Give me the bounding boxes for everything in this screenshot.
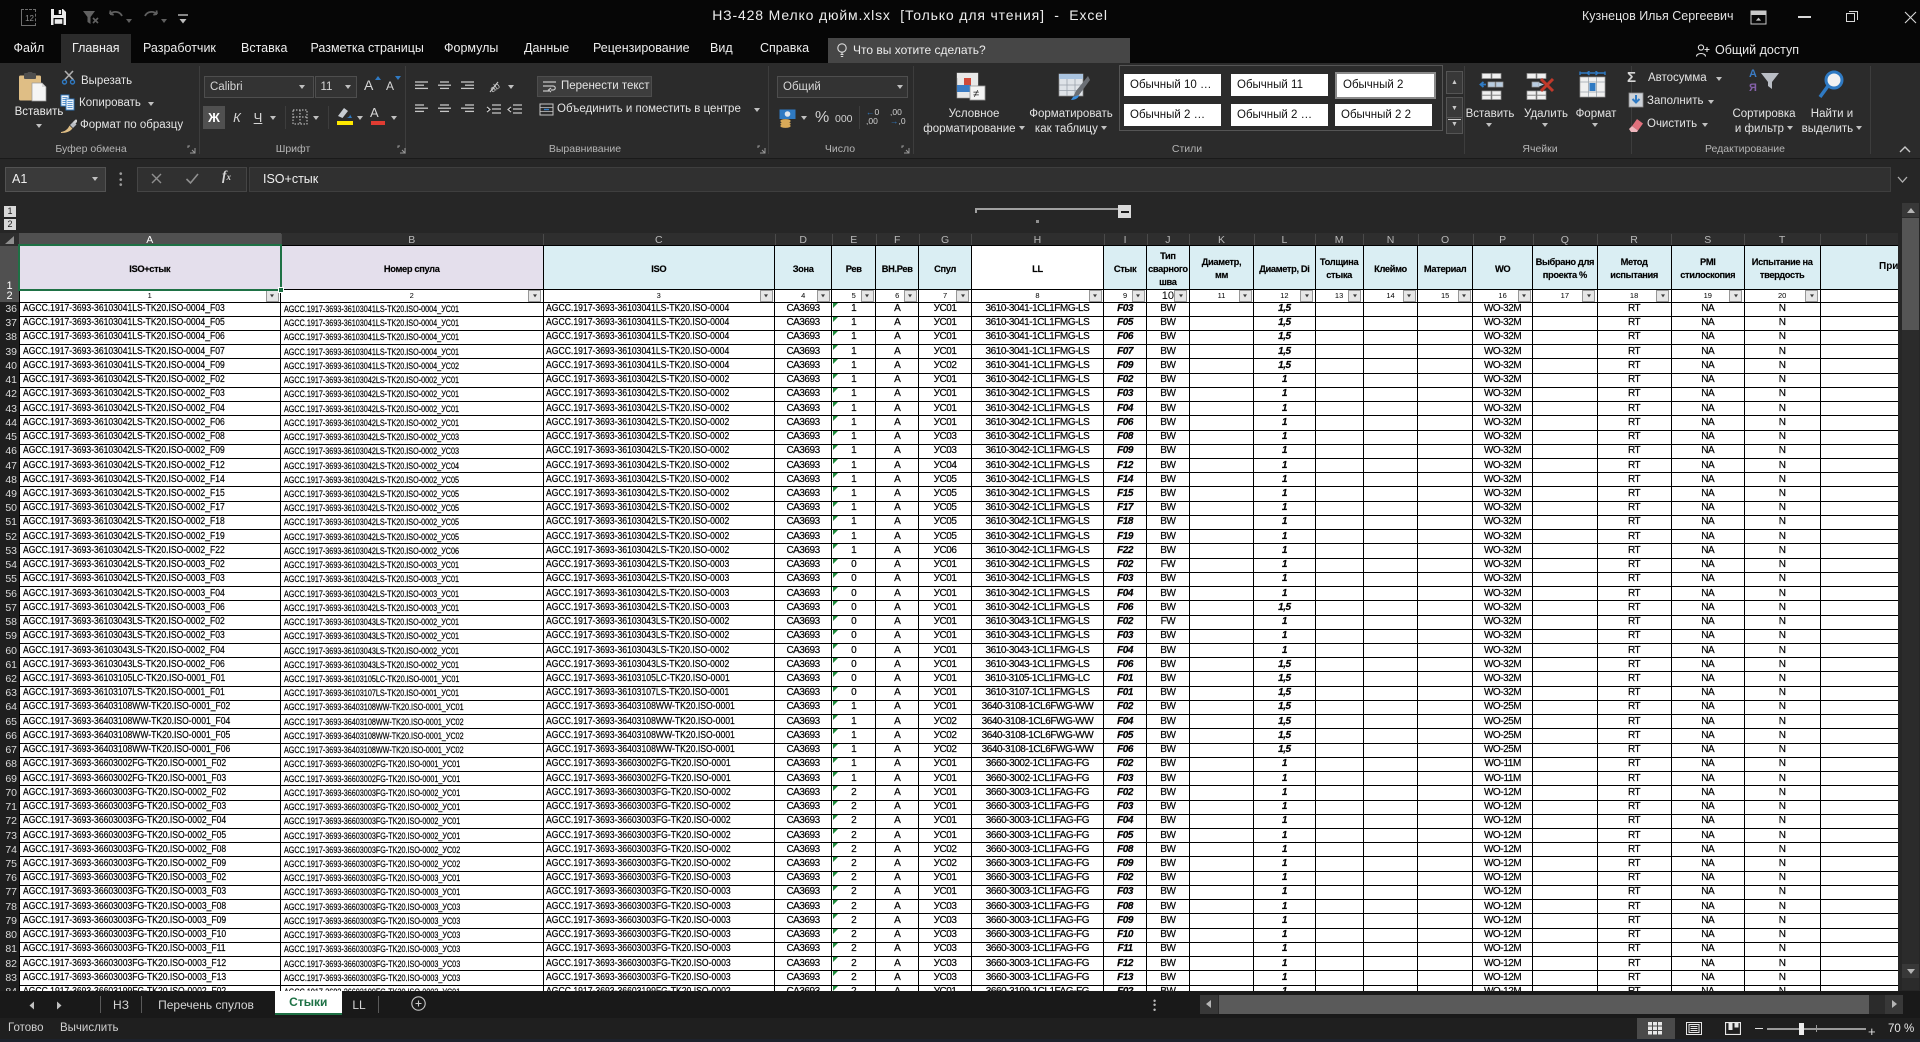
svg-text:≠: ≠ — [973, 88, 979, 100]
